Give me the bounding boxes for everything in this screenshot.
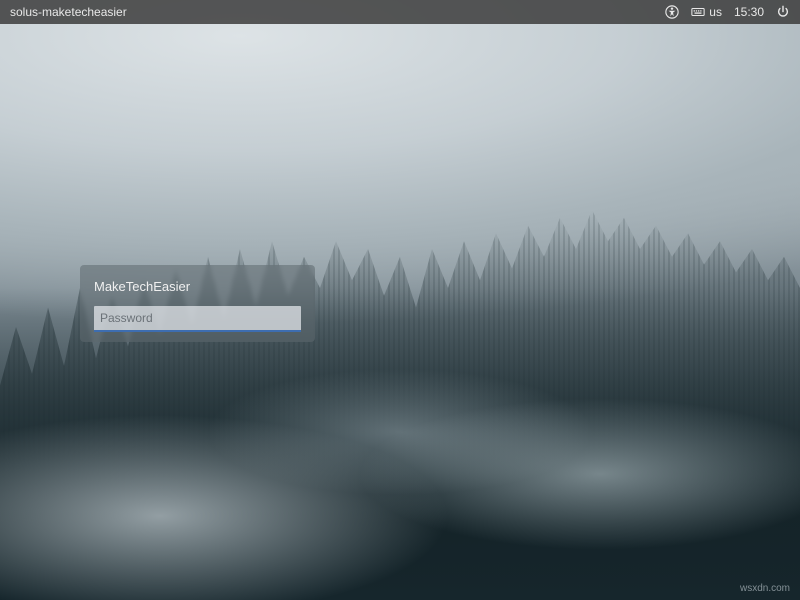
top-panel: solus-maketecheasier us 15:30 [0,0,800,24]
accessibility-icon [665,5,679,19]
keyboard-icon [691,5,705,19]
login-panel: MakeTechEasier [80,265,315,342]
clock[interactable]: 15:30 [734,5,764,19]
power-menu[interactable] [776,5,790,19]
keyboard-layout-menu[interactable]: us [691,5,722,19]
keyboard-layout-label: us [709,5,722,19]
power-icon [776,5,790,19]
accessibility-menu[interactable] [665,5,679,19]
hostname-label: solus-maketecheasier [10,5,127,19]
username-label: MakeTechEasier [94,279,301,294]
password-input[interactable] [94,306,301,332]
watermark: wsxdn.com [740,583,790,594]
